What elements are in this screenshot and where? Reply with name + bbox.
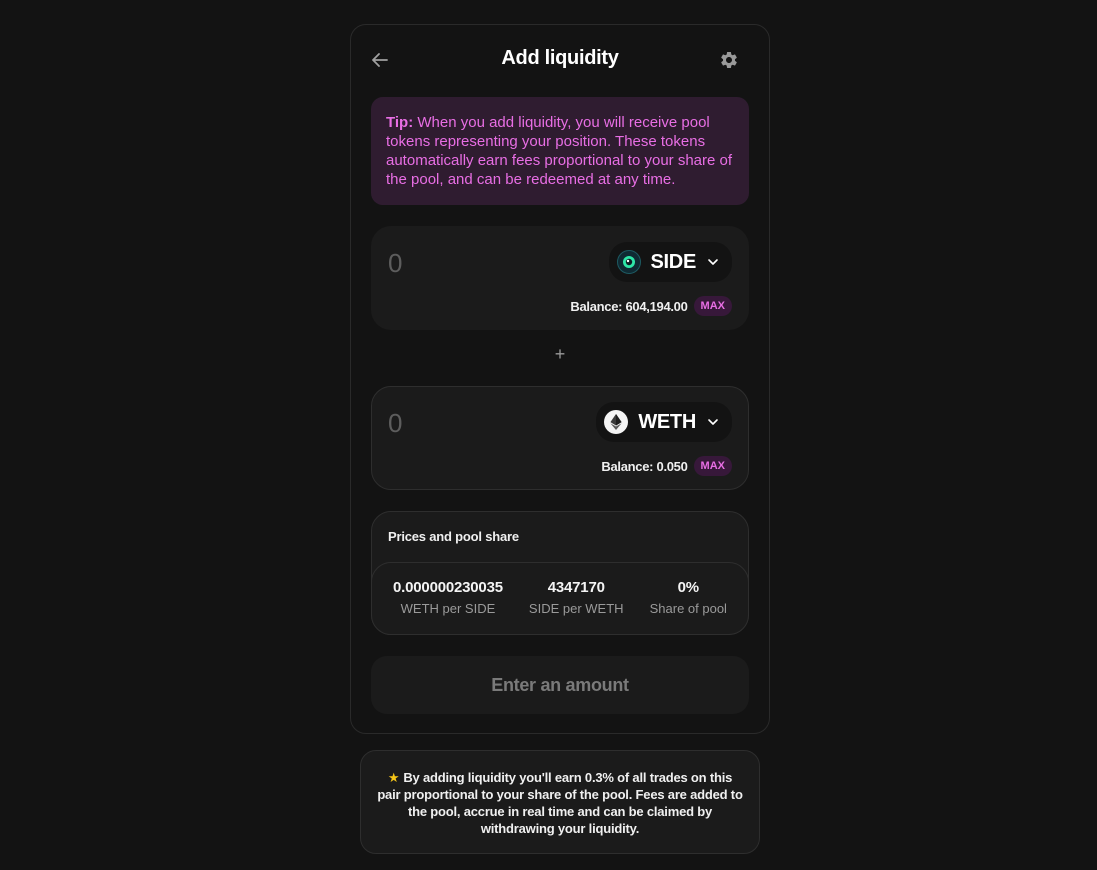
- share-of-pool: 0% Share of pool: [650, 579, 727, 634]
- price-label: Share of pool: [649, 601, 727, 616]
- max-button[interactable]: MAX: [693, 296, 732, 316]
- side-token-icon: [616, 250, 641, 274]
- token-symbol: SIDE: [650, 250, 697, 273]
- star-icon: ★: [387, 770, 400, 785]
- enter-amount-button[interactable]: Enter an amount: [371, 656, 749, 714]
- token-symbol: WETH: [638, 410, 696, 433]
- amount-input-weth[interactable]: [388, 405, 568, 441]
- prices-title: Prices and pool share: [388, 529, 519, 544]
- balance-text: Balance: 604,194.00: [570, 298, 688, 314]
- settings-button[interactable]: [717, 48, 741, 72]
- chevron-down-icon: [708, 259, 718, 265]
- header: Add liquidity: [351, 25, 769, 95]
- eth-token-icon: [604, 410, 629, 434]
- balance-row: Balance: 604,194.00 MAX: [570, 295, 732, 317]
- token-input-panel-weth: WETH Balance: 0.050 MAX: [371, 386, 749, 490]
- page-title: Add liquidity: [501, 47, 619, 69]
- amount-input-side[interactable]: [388, 245, 568, 281]
- chevron-down-icon: [708, 419, 718, 425]
- info-text: By adding liquidity you'll earn 0.3% of …: [377, 770, 743, 836]
- balance-row: Balance: 0.050 MAX: [601, 455, 732, 477]
- tip-label: Tip:: [386, 114, 414, 131]
- plus-icon: +: [554, 343, 566, 364]
- tip-banner: Tip: When you add liquidity, you will re…: [371, 97, 749, 205]
- balance-text: Balance: 0.050: [601, 458, 688, 474]
- tip-text: When you add liquidity, you will receive…: [386, 114, 733, 188]
- token-select-side[interactable]: SIDE: [608, 242, 732, 282]
- prices-and-pool-share: Prices and pool share 0.000000230035 WET…: [371, 511, 749, 635]
- price-value: 4347170: [547, 579, 605, 596]
- price-side-per-weth: 4347170 SIDE per WETH: [529, 579, 624, 634]
- add-liquidity-card: Add liquidity Tip: When you add liquidit…: [350, 24, 770, 734]
- liquidity-info-banner: ★ By adding liquidity you'll earn 0.3% of…: [360, 750, 760, 854]
- price-label: WETH per SIDE: [400, 601, 496, 616]
- price-value: 0%: [677, 579, 699, 596]
- prices-values: 0.000000230035 WETH per SIDE 4347170 SID…: [371, 562, 749, 635]
- gear-icon: [721, 51, 737, 68]
- price-label: SIDE per WETH: [528, 601, 624, 616]
- token-input-panel-side: SIDE Balance: 604,194.00 MAX: [371, 226, 749, 330]
- price-value: 0.000000230035: [393, 579, 503, 596]
- token-select-weth[interactable]: WETH: [596, 402, 732, 442]
- max-button[interactable]: MAX: [693, 456, 732, 476]
- price-weth-per-side: 0.000000230035 WETH per SIDE: [393, 579, 503, 634]
